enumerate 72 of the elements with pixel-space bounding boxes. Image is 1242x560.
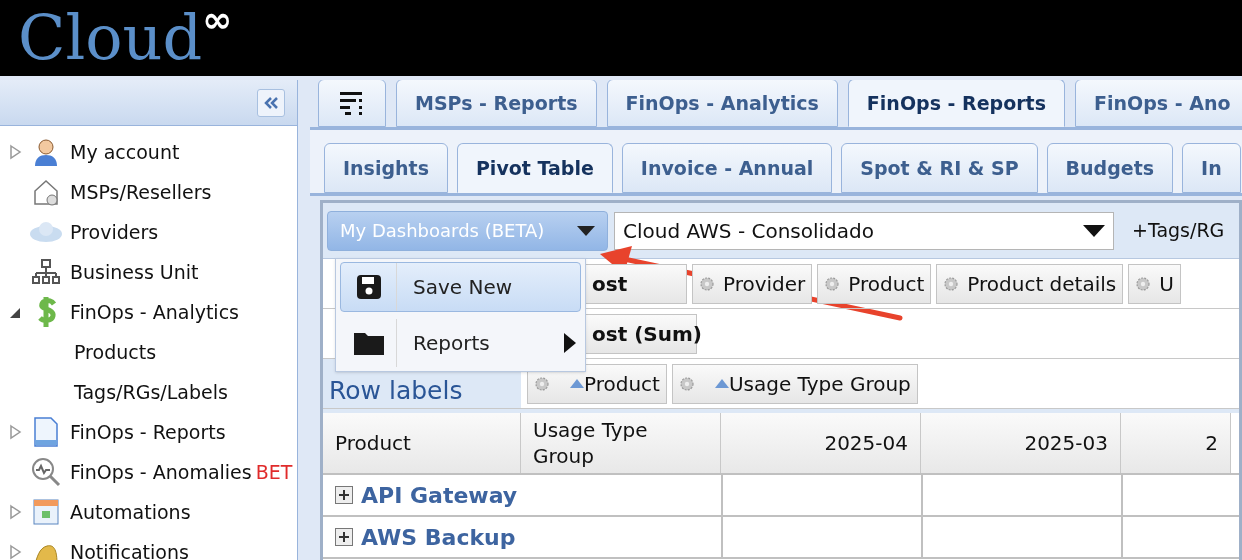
caret-icon: [1083, 224, 1105, 237]
gear-icon[interactable]: [943, 275, 960, 292]
sidebar-item-label: MSPs/Resellers: [70, 179, 212, 205]
sidebar-item[interactable]: Notifications: [0, 532, 297, 560]
tab[interactable]: In: [1182, 143, 1241, 193]
tab[interactable]: FinOps - Reports: [847, 80, 1065, 127]
gear-icon[interactable]: [678, 375, 695, 392]
sidebar-item-label: Notifications: [70, 539, 189, 560]
tags-button[interactable]: +Tags/RG: [1132, 216, 1225, 245]
gear-icon[interactable]: [534, 375, 550, 392]
document-icon: [32, 416, 60, 448]
magnifier-icon: [30, 456, 62, 488]
tab[interactable]: Budgets: [1046, 143, 1174, 193]
menu-item[interactable]: Save New: [340, 262, 581, 312]
sidebar-item[interactable]: Providers: [0, 212, 297, 252]
sidebar-item[interactable]: FinOps - Analytics: [0, 292, 297, 332]
expand-icon[interactable]: [335, 528, 353, 546]
tab[interactable]: FinOps - Ano: [1075, 80, 1242, 127]
tab[interactable]: Invoice - Annual: [621, 143, 833, 193]
sort-ascending-icon[interactable]: [714, 379, 729, 388]
tab[interactable]: FinOps - Analytics: [606, 80, 838, 127]
sidebar-item[interactable]: Business Unit: [0, 252, 297, 292]
sidebar-item-label: FinOps - Reports: [70, 419, 226, 445]
sidebar-item-label: FinOps - Analytics: [70, 299, 239, 325]
collapse-button[interactable]: [257, 88, 285, 117]
caret-icon: [577, 225, 595, 236]
folder-icon: [352, 330, 385, 356]
sidebar-subitem[interactable]: Tags/RGs/Labels: [0, 372, 297, 412]
sidebar-item-label: FinOps - Anomalies: [70, 459, 252, 485]
column-header: 2025-03: [921, 413, 1121, 473]
calendar-icon: [32, 498, 60, 526]
hierarchy-icon: [31, 257, 61, 287]
sidebar-item[interactable]: FinOps - Reports: [0, 412, 297, 452]
house-icon: [31, 177, 61, 207]
sidebar-item-label: Providers: [70, 219, 159, 245]
sidebar-item-label: Business Unit: [70, 259, 199, 285]
field-chip[interactable]: Provider: [692, 263, 813, 304]
sidebar-subitem[interactable]: Products: [0, 332, 297, 372]
field-chip[interactable]: Product: [817, 263, 932, 304]
row-label[interactable]: API Gateway: [361, 478, 518, 512]
gear-icon[interactable]: [824, 275, 841, 292]
column-header: Product: [323, 413, 521, 473]
sidebar-item-label: Automations: [70, 499, 191, 525]
sidebar-item-label: My account: [70, 139, 180, 165]
menu-tab[interactable]: [318, 80, 386, 127]
column-header: Usage Type Group: [521, 413, 721, 473]
beta-label: BET: [255, 459, 293, 485]
sidebar-item[interactable]: Automations: [0, 492, 297, 532]
sort-ascending-icon[interactable]: [570, 379, 584, 388]
datasource-select[interactable]: Cloud AWS - Consolidado: [614, 211, 1114, 250]
tab[interactable]: Pivot Table: [456, 143, 613, 193]
column-header: 2: [1121, 413, 1231, 473]
logo[interactable]: Cloud: [18, 0, 203, 76]
menu-icon: [339, 90, 365, 116]
field-chip[interactable]: Product details: [936, 263, 1124, 304]
cloud-icon: [29, 220, 63, 244]
tab[interactable]: MSPs - Reports: [396, 80, 597, 127]
gear-icon[interactable]: [699, 275, 715, 292]
tab[interactable]: Spot & RI & SP: [841, 143, 1038, 193]
sidebar-item[interactable]: FinOps - Anomalies BET: [0, 452, 297, 492]
field-chip[interactable]: Usage Type Group: [671, 363, 918, 404]
sidebar-item[interactable]: MSPs/Resellers: [0, 172, 297, 212]
double-chevron-icon: [263, 95, 279, 110]
gear-icon[interactable]: [1135, 275, 1152, 292]
row-label[interactable]: AWS Backup: [361, 520, 516, 554]
floppy-icon: [355, 274, 382, 300]
sidebar-item[interactable]: My account: [0, 132, 297, 172]
logo-mark: ∞: [202, 2, 233, 38]
expand-icon[interactable]: [335, 486, 353, 504]
field-chip[interactable]: U: [1128, 263, 1181, 304]
column-header: 2025-04: [721, 413, 921, 473]
tab[interactable]: Insights: [324, 143, 448, 193]
